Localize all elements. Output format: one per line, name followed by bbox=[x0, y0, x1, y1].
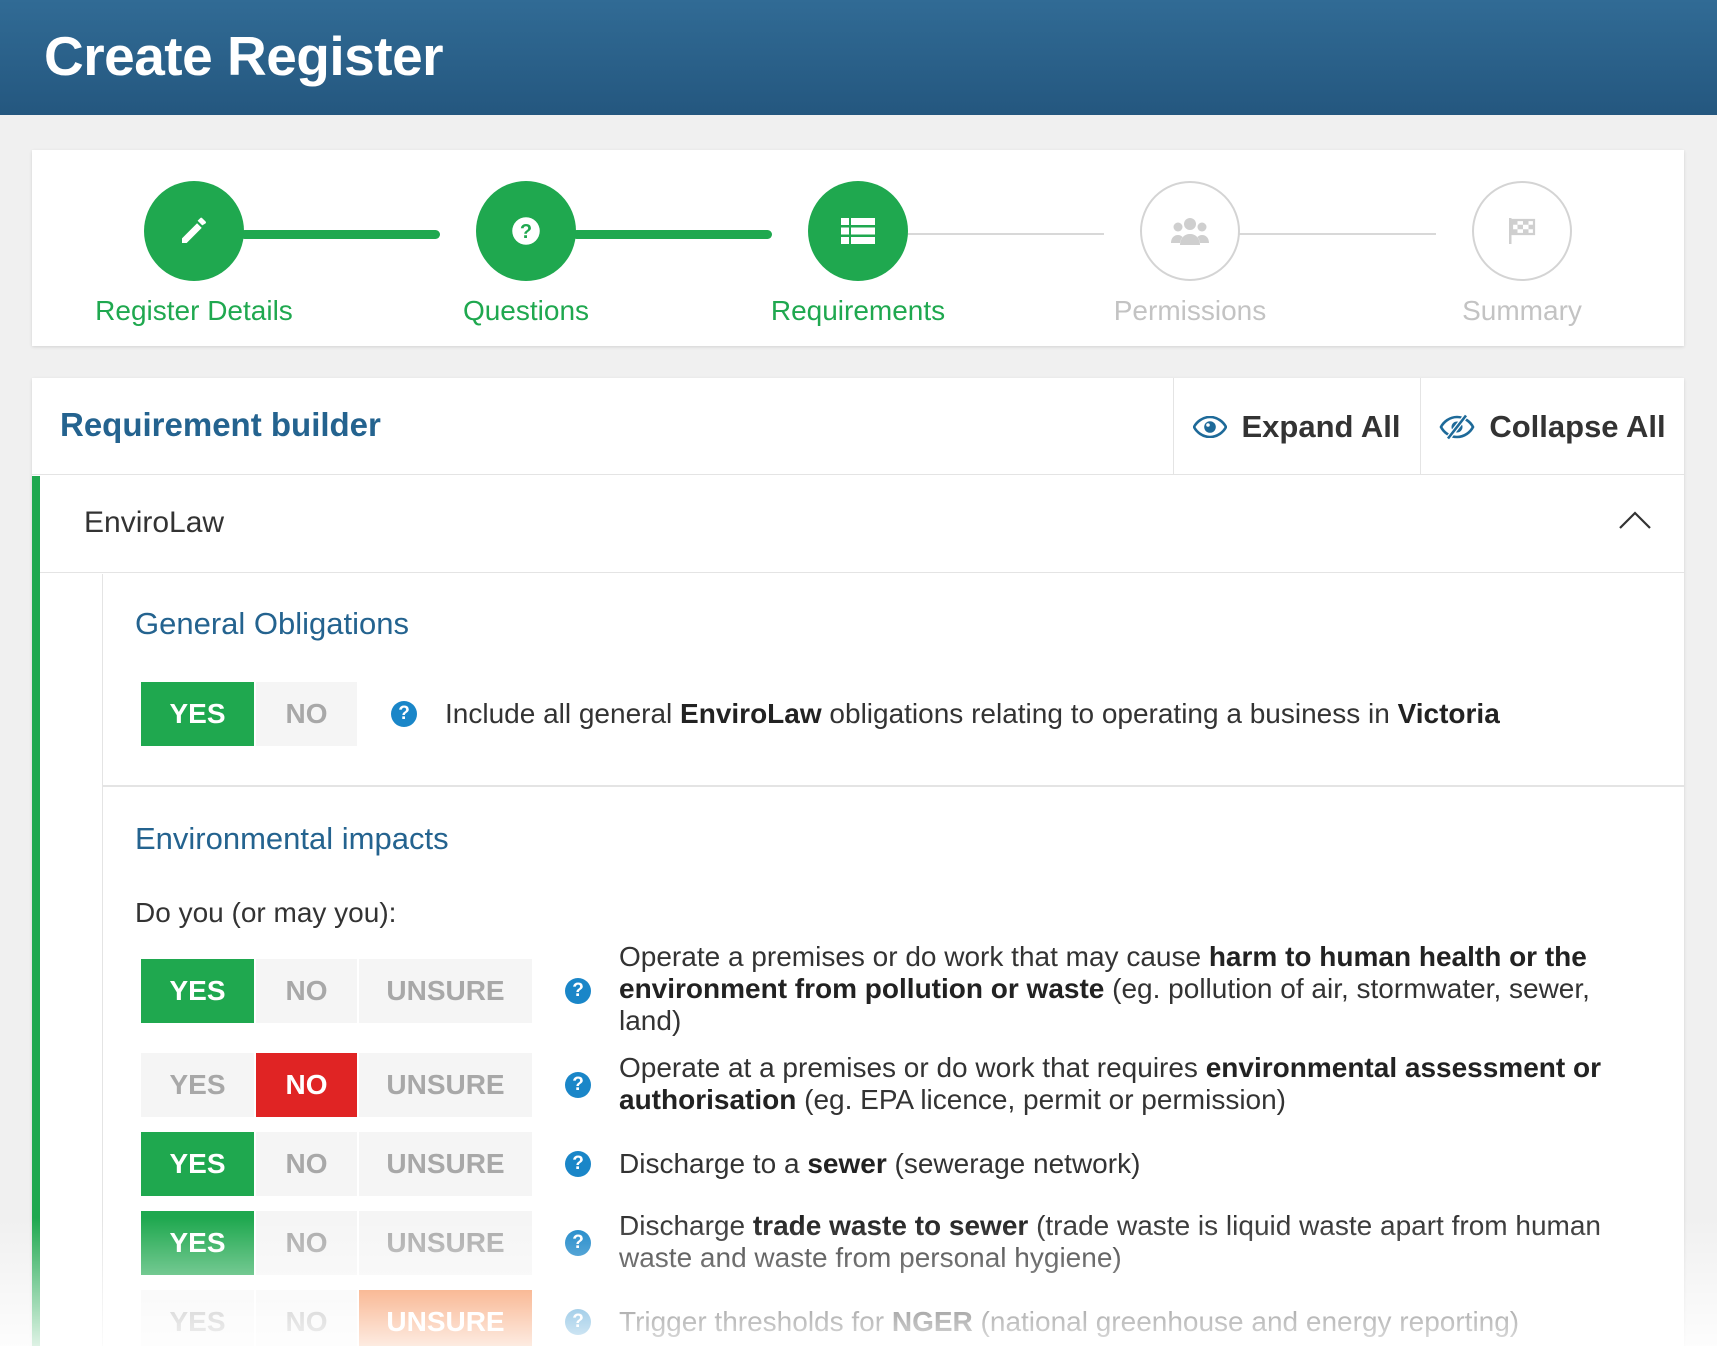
help-icon[interactable]: ? bbox=[565, 978, 591, 1004]
collapse-all-label: Collapse All bbox=[1489, 408, 1666, 444]
step-label: Requirements bbox=[770, 295, 946, 326]
requirement-builder-panel: Requirement builder Expand All Collapse … bbox=[32, 378, 1684, 1346]
group-divider bbox=[103, 785, 1684, 787]
answer-toggle: YES NO UNSURE bbox=[141, 959, 534, 1023]
expand-all-button[interactable]: Expand All bbox=[1173, 378, 1420, 475]
section-active-indicator bbox=[32, 476, 40, 1346]
help-icon[interactable]: ? bbox=[565, 1309, 591, 1335]
svg-text:?: ? bbox=[520, 221, 532, 243]
section-label: EnviroLaw bbox=[84, 506, 225, 539]
answer-no-button[interactable]: NO bbox=[256, 959, 357, 1023]
step-questions[interactable]: ? Questions bbox=[406, 181, 646, 327]
wizard-stepper: Register Details ? Questions Requirement… bbox=[32, 150, 1684, 346]
collapse-all-button[interactable]: Collapse All bbox=[1420, 378, 1684, 475]
step-label: Questions bbox=[462, 295, 590, 326]
answer-toggle: YES NO bbox=[141, 682, 359, 746]
answer-no-button[interactable]: NO bbox=[256, 682, 357, 746]
pencil-icon bbox=[182, 217, 206, 243]
help-icon[interactable]: ? bbox=[565, 1230, 591, 1256]
step-circle bbox=[144, 181, 244, 281]
step-circle: ? bbox=[476, 181, 576, 281]
answer-yes-button[interactable]: YES bbox=[141, 682, 254, 746]
answer-no-button[interactable]: NO bbox=[256, 1290, 357, 1346]
step-circle bbox=[808, 181, 908, 281]
chevron-up-icon[interactable] bbox=[1618, 510, 1652, 530]
answer-unsure-button[interactable]: UNSURE bbox=[359, 959, 532, 1023]
answer-unsure-button[interactable]: UNSURE bbox=[359, 1132, 532, 1196]
answer-toggle: YES NO UNSURE bbox=[141, 1053, 534, 1117]
question-text: Include all general EnviroLaw obligation… bbox=[445, 698, 1500, 729]
step-summary[interactable]: Summary bbox=[1402, 181, 1642, 327]
question-text: Discharge trade waste to sewer (trade wa… bbox=[619, 1210, 1601, 1273]
answer-unsure-button[interactable]: UNSURE bbox=[359, 1053, 532, 1117]
group-title-environmental-impacts: Environmental impacts bbox=[135, 821, 449, 856]
page-title: Create Register bbox=[44, 25, 444, 87]
panel-title: Requirement builder bbox=[60, 406, 381, 443]
answer-unsure-button[interactable]: UNSURE bbox=[359, 1290, 532, 1346]
answer-no-button[interactable]: NO bbox=[256, 1053, 357, 1117]
section-body: General Obligations YES NO ? Include all… bbox=[102, 574, 1684, 1346]
answer-toggle: YES NO UNSURE bbox=[141, 1290, 534, 1346]
step-circle bbox=[1140, 181, 1240, 281]
answer-toggle: YES NO UNSURE bbox=[141, 1211, 534, 1275]
answer-no-button[interactable]: NO bbox=[256, 1132, 357, 1196]
step-label: Register Details bbox=[95, 295, 293, 326]
help-icon[interactable]: ? bbox=[565, 1072, 591, 1098]
answer-yes-button[interactable]: YES bbox=[141, 1053, 254, 1117]
app-header: Create Register bbox=[0, 0, 1717, 115]
help-icon[interactable]: ? bbox=[565, 1151, 591, 1177]
eye-slash-icon bbox=[1439, 413, 1475, 440]
help-icon[interactable]: ? bbox=[391, 701, 417, 727]
step-requirements[interactable]: Requirements bbox=[738, 181, 978, 327]
question-text: Trigger thresholds for NGER (national gr… bbox=[619, 1306, 1520, 1337]
users-icon bbox=[1171, 218, 1209, 245]
step-circle bbox=[1472, 181, 1572, 281]
answer-yes-button[interactable]: YES bbox=[141, 1211, 254, 1275]
answer-no-button[interactable]: NO bbox=[256, 1211, 357, 1275]
step-register-details[interactable]: Register Details bbox=[74, 181, 314, 327]
answer-yes-button[interactable]: YES bbox=[141, 1132, 254, 1196]
list-icon bbox=[841, 218, 875, 244]
question-text: Discharge to a sewer (sewerage network) bbox=[619, 1148, 1141, 1179]
step-permissions[interactable]: Permissions bbox=[1070, 181, 1310, 327]
step-label: Summary bbox=[1462, 295, 1582, 326]
panel-header: Requirement builder Expand All Collapse … bbox=[32, 378, 1684, 475]
step-label: Permissions bbox=[1113, 295, 1267, 326]
answer-unsure-button[interactable]: UNSURE bbox=[359, 1211, 532, 1275]
eye-icon bbox=[1193, 415, 1228, 438]
section-header-envirolaw[interactable]: EnviroLaw bbox=[40, 476, 1684, 573]
question-icon: ? bbox=[512, 217, 540, 245]
answer-toggle: YES NO UNSURE bbox=[141, 1132, 534, 1196]
group-title-general-obligations: General Obligations bbox=[135, 606, 409, 641]
question-text: Operate a premises or do work that may c… bbox=[619, 941, 1590, 1036]
answer-yes-button[interactable]: YES bbox=[141, 959, 254, 1023]
flag-icon bbox=[1509, 218, 1536, 244]
expand-all-label: Expand All bbox=[1241, 408, 1401, 444]
question-text: Operate at a premises or do work that re… bbox=[619, 1052, 1601, 1115]
answer-yes-button[interactable]: YES bbox=[141, 1290, 254, 1346]
group-intro: Do you (or may you): bbox=[135, 897, 397, 928]
